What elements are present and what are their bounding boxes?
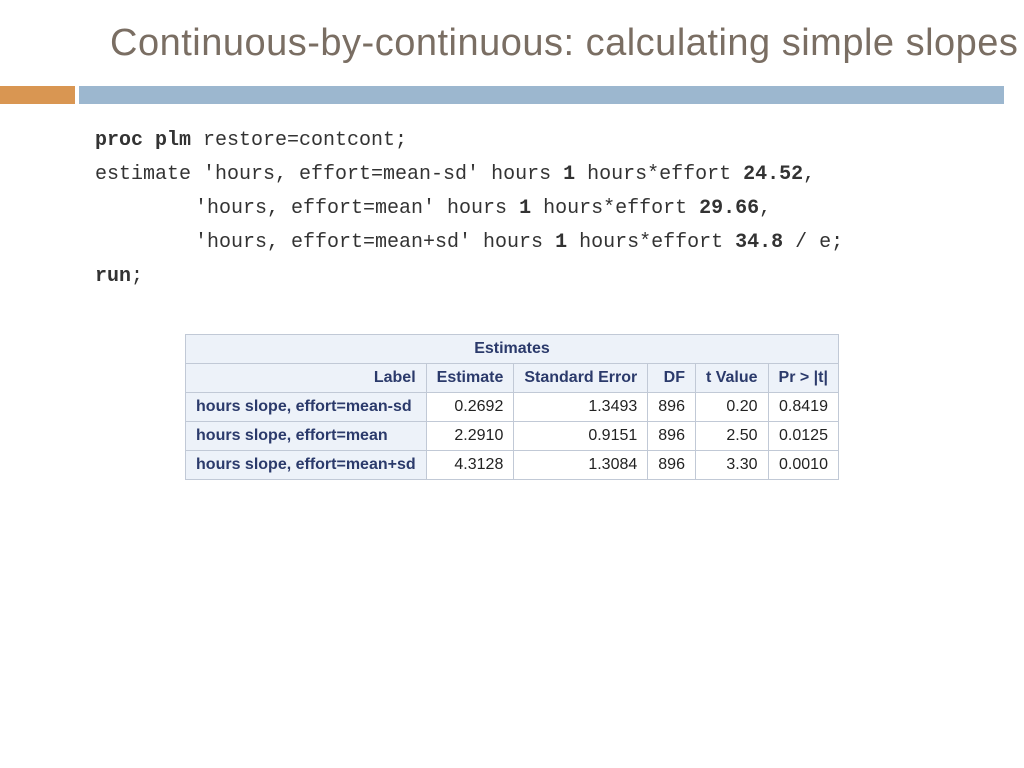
slide-title: Continuous-by-continuous: calculating si…: [0, 0, 1024, 78]
cell-p: 0.0010: [768, 450, 838, 479]
cell-tval: 2.50: [695, 421, 768, 450]
code-kw-run: run: [95, 265, 131, 288]
code-text: estimate 'hours, effort=mean-sd' hours: [95, 163, 563, 186]
cell-estimate: 4.3128: [426, 450, 514, 479]
cell-p: 0.8419: [768, 392, 838, 421]
table-row: hours slope, effort=mean+sd 4.3128 1.308…: [186, 450, 839, 479]
row-label: hours slope, effort=mean+sd: [186, 450, 427, 479]
row-label: hours slope, effort=mean: [186, 421, 427, 450]
accent-orange-block: [0, 86, 75, 104]
code-text: / e;: [783, 231, 843, 254]
cell-df: 896: [648, 450, 696, 479]
code-line-3: 'hours, effort=mean' hours 1 hours*effor…: [95, 192, 1004, 226]
cell-tval: 3.30: [695, 450, 768, 479]
row-label: hours slope, effort=mean-sd: [186, 392, 427, 421]
table-row: hours slope, effort=mean 2.2910 0.9151 8…: [186, 421, 839, 450]
code-num: 24.52: [743, 163, 803, 186]
cell-stderr: 1.3084: [514, 450, 648, 479]
code-line-4: 'hours, effort=mean+sd' hours 1 hours*ef…: [95, 226, 1004, 260]
accent-blue-block: [79, 86, 1004, 104]
code-text: ,: [759, 197, 771, 220]
col-p: Pr > |t|: [768, 363, 838, 392]
col-label: Label: [186, 363, 427, 392]
table-row: hours slope, effort=mean-sd 0.2692 1.349…: [186, 392, 839, 421]
code-text: hours*effort: [575, 163, 743, 186]
cell-estimate: 2.2910: [426, 421, 514, 450]
table-title-row: Estimates: [186, 334, 839, 363]
code-num: 34.8: [735, 231, 783, 254]
cell-stderr: 0.9151: [514, 421, 648, 450]
accent-bar: [0, 86, 1024, 104]
code-num: 29.66: [699, 197, 759, 220]
cell-tval: 0.20: [695, 392, 768, 421]
code-text: hours*effort: [567, 231, 735, 254]
code-num: 1: [563, 163, 575, 186]
code-num: 1: [519, 197, 531, 220]
col-df: DF: [648, 363, 696, 392]
code-line-2: estimate 'hours, effort=mean-sd' hours 1…: [95, 158, 1004, 192]
estimates-table: Estimates Label Estimate Standard Error …: [185, 334, 839, 480]
code-text: ,: [803, 163, 815, 186]
code-text: 'hours, effort=mean' hours: [195, 197, 519, 220]
cell-estimate: 0.2692: [426, 392, 514, 421]
code-text: restore=contcont;: [191, 129, 407, 152]
cell-df: 896: [648, 421, 696, 450]
code-num: 1: [555, 231, 567, 254]
col-estimate: Estimate: [426, 363, 514, 392]
code-kw-proc-plm: proc plm: [95, 129, 191, 152]
sas-code-block: proc plm restore=contcont; estimate 'hou…: [0, 104, 1024, 294]
col-stderr: Standard Error: [514, 363, 648, 392]
table-title: Estimates: [186, 334, 839, 363]
code-text: 'hours, effort=mean+sd' hours: [195, 231, 555, 254]
col-tvalue: t Value: [695, 363, 768, 392]
cell-df: 896: [648, 392, 696, 421]
code-text: hours*effort: [531, 197, 699, 220]
table-header-row: Label Estimate Standard Error DF t Value…: [186, 363, 839, 392]
code-line-5: run;: [95, 260, 1004, 294]
cell-stderr: 1.3493: [514, 392, 648, 421]
code-text: ;: [131, 265, 143, 288]
code-line-1: proc plm restore=contcont;: [95, 124, 1004, 158]
cell-p: 0.0125: [768, 421, 838, 450]
